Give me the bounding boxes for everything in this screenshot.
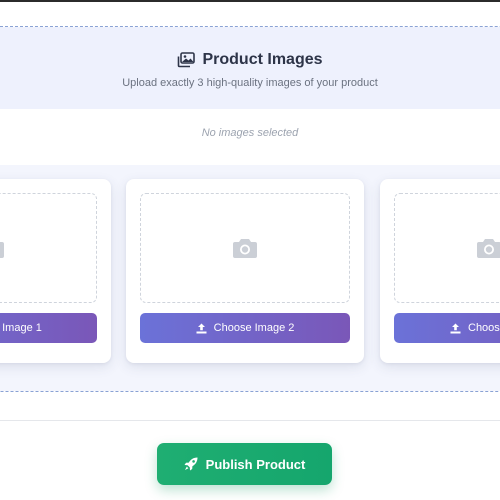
choose-image-3-button[interactable]: Choos bbox=[394, 313, 500, 343]
form-divider bbox=[0, 420, 500, 421]
product-form-page: Product Images Upload exactly 3 high-qua… bbox=[0, 0, 500, 500]
choose-image-3-label: Choos bbox=[468, 322, 500, 334]
image-dropzone-3[interactable] bbox=[394, 193, 500, 303]
publish-product-label: Publish Product bbox=[205, 456, 306, 472]
choose-image-2-button[interactable]: Choose Image 2 bbox=[140, 313, 350, 343]
image-dropzone-2[interactable] bbox=[140, 193, 350, 303]
camera-icon bbox=[232, 237, 258, 259]
image-dropzone-1[interactable] bbox=[0, 193, 97, 303]
images-icon bbox=[177, 52, 196, 68]
image-upload-section: Product Images Upload exactly 3 high-qua… bbox=[0, 26, 500, 392]
publish-product-button[interactable]: Publish Product bbox=[157, 443, 332, 485]
choose-image-2-label: Choose Image 2 bbox=[213, 322, 295, 334]
camera-icon bbox=[476, 237, 500, 259]
selection-status-area: No images selected bbox=[0, 109, 500, 165]
image-card-1: Image 1 bbox=[0, 179, 111, 363]
rocket-icon bbox=[184, 457, 198, 471]
choose-image-1-label: Image 1 bbox=[2, 322, 42, 334]
image-card-2: Choose Image 2 bbox=[126, 179, 364, 363]
upload-subtitle: Upload exactly 3 high-quality images of … bbox=[122, 77, 378, 89]
image-card-3: Choos bbox=[380, 179, 500, 363]
upload-title-text: Product Images bbox=[202, 51, 323, 68]
upload-header: Product Images Upload exactly 3 high-qua… bbox=[0, 27, 500, 109]
image-cards-row: Image 1 Choose Image 2 Choos bbox=[0, 165, 500, 391]
upload-title: Product Images bbox=[0, 51, 500, 69]
camera-icon bbox=[0, 237, 5, 259]
top-divider bbox=[0, 0, 500, 2]
upload-icon bbox=[450, 323, 461, 334]
upload-icon bbox=[196, 323, 207, 334]
selection-status: No images selected bbox=[201, 127, 299, 139]
choose-image-1-button[interactable]: Image 1 bbox=[0, 313, 97, 343]
